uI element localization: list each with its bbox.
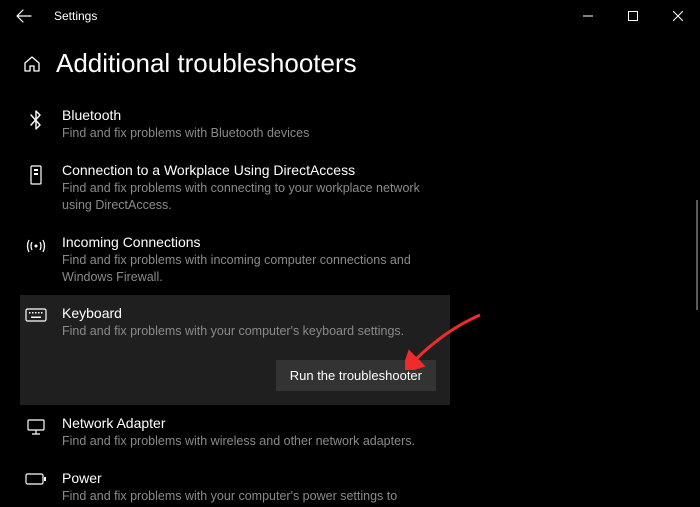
home-icon[interactable] xyxy=(22,54,42,74)
item-desc: Find and fix problems with incoming comp… xyxy=(62,252,440,286)
close-button[interactable] xyxy=(655,0,700,32)
minimize-button[interactable] xyxy=(565,0,610,32)
item-title: Incoming Connections xyxy=(62,234,440,250)
item-desc: Find and fix problems with your computer… xyxy=(62,488,440,507)
item-title: Connection to a Workplace Using DirectAc… xyxy=(62,162,440,178)
item-title: Bluetooth xyxy=(62,107,440,123)
item-desc: Find and fix problems with your computer… xyxy=(62,323,440,340)
minimize-icon xyxy=(583,11,593,21)
bluetooth-icon xyxy=(24,107,48,142)
keyboard-icon xyxy=(24,305,48,340)
troubleshooter-item-directaccess[interactable]: Connection to a Workplace Using DirectAc… xyxy=(20,152,450,224)
window-title: Settings xyxy=(54,9,97,23)
page-content: Additional troubleshooters Bluetooth Fin… xyxy=(0,32,700,507)
workplace-icon xyxy=(24,162,48,214)
item-title: Network Adapter xyxy=(62,415,440,431)
incoming-icon xyxy=(24,234,48,286)
troubleshooter-item-network[interactable]: Network Adapter Find and fix problems wi… xyxy=(20,405,450,460)
item-desc: Find and fix problems with Bluetooth dev… xyxy=(62,125,440,142)
page-title: Additional troubleshooters xyxy=(56,48,357,79)
maximize-icon xyxy=(628,11,638,21)
run-troubleshooter-button[interactable]: Run the troubleshooter xyxy=(276,360,436,391)
network-adapter-icon xyxy=(24,415,48,450)
titlebar: Settings xyxy=(0,0,700,32)
troubleshooter-item-bluetooth[interactable]: Bluetooth Find and fix problems with Blu… xyxy=(20,97,450,152)
troubleshooter-item-keyboard[interactable]: Keyboard Find and fix problems with your… xyxy=(20,295,450,350)
troubleshooter-list: Bluetooth Find and fix problems with Blu… xyxy=(20,97,680,507)
back-button[interactable] xyxy=(8,0,40,32)
power-icon xyxy=(24,470,48,507)
close-icon xyxy=(673,11,683,21)
item-title: Keyboard xyxy=(62,305,440,321)
troubleshooter-item-incoming[interactable]: Incoming Connections Find and fix proble… xyxy=(20,224,450,296)
page-header: Additional troubleshooters xyxy=(20,32,680,97)
scrollbar[interactable] xyxy=(696,200,698,310)
troubleshooter-item-power[interactable]: Power Find and fix problems with your co… xyxy=(20,460,450,507)
maximize-button[interactable] xyxy=(610,0,655,32)
item-desc: Find and fix problems with connecting to… xyxy=(62,180,440,214)
item-desc: Find and fix problems with wireless and … xyxy=(62,433,440,450)
arrow-left-icon xyxy=(16,8,32,24)
run-row: Run the troubleshooter xyxy=(20,350,450,405)
window-controls xyxy=(565,0,700,32)
item-title: Power xyxy=(62,470,440,486)
